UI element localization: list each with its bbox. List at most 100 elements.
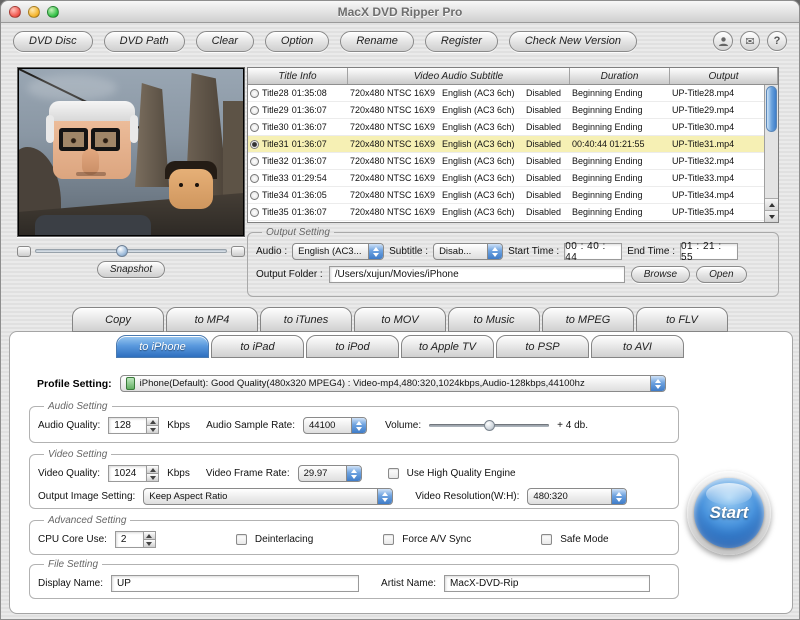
title-name: Title32 (262, 156, 289, 166)
seek-right-button[interactable] (231, 246, 245, 257)
carl-glasses (59, 128, 120, 151)
table-row[interactable]: Title33 01:29:54 720x480 NTSC 16X9 Engli… (248, 170, 764, 187)
app-window: MacX DVD Ripper Pro DVD Disc DVD Path Clea… (0, 0, 800, 620)
scroll-down-button[interactable] (765, 210, 778, 222)
title-output-file: UP-Title29.mp4 (670, 105, 764, 115)
browse-button[interactable]: Browse (631, 266, 690, 283)
mail-icon[interactable]: ✉ (740, 31, 760, 51)
deinterlacing-checkbox[interactable] (236, 534, 247, 545)
header-output: Output (670, 68, 778, 84)
sample-rate-select[interactable]: 44100 (303, 417, 367, 434)
title-radio[interactable] (250, 174, 259, 183)
table-row[interactable]: Title34 01:36:05 720x480 NTSC 16X9 Engli… (248, 187, 764, 204)
toolbar-button-register[interactable]: Register (425, 31, 498, 52)
safe-mode-checkbox[interactable] (541, 534, 552, 545)
tab-to-iphone[interactable]: to iPhone (116, 335, 209, 358)
high-quality-checkbox[interactable] (388, 468, 399, 479)
tab-to-psp[interactable]: to PSP (496, 335, 589, 358)
toolbar-button-clear[interactable]: Clear (196, 31, 254, 52)
profile-select[interactable]: iPhone(Default): Good Quality(480x320 MP… (120, 375, 666, 392)
volume-label: Volume: (385, 420, 421, 431)
tab-to-ipod[interactable]: to iPod (306, 335, 399, 358)
display-name-input[interactable]: UP (111, 575, 359, 592)
scroll-up-button[interactable] (765, 198, 778, 210)
title-audio-format: English (AC3 6ch) (440, 105, 524, 115)
resolution-select[interactable]: 480:320 (527, 488, 627, 505)
subtitle-select[interactable]: Disab... (433, 243, 503, 260)
tab-to-avi[interactable]: to AVI (591, 335, 684, 358)
volume-thumb[interactable] (484, 420, 495, 431)
popup-arrows-icon (368, 244, 383, 259)
seek-left-button[interactable] (17, 246, 31, 257)
title-radio[interactable] (250, 157, 259, 166)
force-av-sync-checkbox[interactable] (383, 534, 394, 545)
title-radio[interactable] (250, 140, 259, 149)
table-row[interactable]: Title35 01:36:07 720x480 NTSC 16X9 Engli… (248, 204, 764, 221)
toolbar-button-rename[interactable]: Rename (340, 31, 414, 52)
title-output-file: UP-Title32.mp4 (670, 156, 764, 166)
subtitle-label: Subtitle : (389, 246, 428, 257)
title-output-file: UP-Title31.mp4 (670, 139, 764, 149)
start-button[interactable]: Start (694, 478, 764, 548)
tab-to-mov[interactable]: to MOV (354, 307, 446, 332)
volume-value-label: + 4 db. (557, 420, 588, 431)
toolbar-button-dvd-disc[interactable]: DVD Disc (13, 31, 93, 52)
title-radio[interactable] (250, 123, 259, 132)
toolbar-button-check-new-version[interactable]: Check New Version (509, 31, 637, 52)
format-tabs-row2: to iPhoneto iPadto iPodto Apple TVto PSP… (1, 335, 799, 358)
table-row[interactable]: Title28 01:35:08 720x480 NTSC 16X9 Engli… (248, 85, 764, 102)
table-row[interactable]: Title32 01:36:07 720x480 NTSC 16X9 Engli… (248, 153, 764, 170)
video-quality-stepper[interactable]: 1024 (108, 465, 159, 482)
tab-to-flv[interactable]: to FLV (636, 307, 728, 332)
tab-to-mp4[interactable]: to MP4 (166, 307, 258, 332)
title-radio[interactable] (250, 208, 259, 217)
title-audio-format: English (AC3 6ch) (440, 88, 524, 98)
end-time-field[interactable]: 01 : 21 : 55 (680, 243, 738, 260)
tab-to-itunes[interactable]: to iTunes (260, 307, 352, 332)
tab-to-apple-tv[interactable]: to Apple TV (401, 335, 494, 358)
title-name: Title30 (262, 122, 289, 132)
table-row[interactable]: Title31 01:36:07 720x480 NTSC 16X9 Engli… (248, 136, 764, 153)
title-bar: MacX DVD Ripper Pro (1, 1, 799, 23)
volume-slider[interactable] (429, 419, 549, 432)
output-folder-input[interactable]: /Users/xujun/Movies/iPhone (329, 266, 625, 283)
resolution-value: 480:320 (533, 491, 567, 502)
audio-select[interactable]: English (AC3... (292, 243, 384, 260)
table-scrollbar[interactable] (764, 85, 778, 222)
snapshot-button[interactable]: Snapshot (97, 261, 165, 278)
title-radio[interactable] (250, 89, 259, 98)
tab-to-ipad[interactable]: to iPad (211, 335, 304, 358)
user-icon[interactable] (713, 31, 733, 51)
help-icon[interactable]: ? (767, 31, 787, 51)
image-setting-label: Output Image Setting: (38, 491, 135, 502)
toolbar-button-dvd-path[interactable]: DVD Path (104, 31, 185, 52)
video-quality-label: Video Quality: (38, 468, 100, 479)
start-time-field[interactable]: 00 : 40 : 44 (564, 243, 622, 260)
tab-to-music[interactable]: to Music (448, 307, 540, 332)
seek-thumb[interactable] (116, 245, 128, 257)
character-carl-body (35, 215, 151, 235)
end-time-label: End Time : (627, 246, 675, 257)
toolbar-button-option[interactable]: Option (265, 31, 329, 52)
title-subtitle-status: Disabled (524, 122, 570, 132)
cpu-core-stepper[interactable]: 2 (115, 531, 156, 548)
popup-arrows-icon (611, 489, 626, 504)
start-time-label: Start Time : (508, 246, 559, 257)
table-row[interactable]: Title29 01:36:07 720x480 NTSC 16X9 Engli… (248, 102, 764, 119)
subtitle-select-value: Disab... (439, 246, 471, 257)
title-subtitle-status: Disabled (524, 173, 570, 183)
seek-slider[interactable] (35, 245, 227, 257)
image-setting-select[interactable]: Keep Aspect Ratio (143, 488, 393, 505)
advanced-setting-group: Advanced Setting CPU Core Use: 2 Deinter… (29, 515, 679, 555)
title-radio[interactable] (250, 191, 259, 200)
scrollbar-thumb[interactable] (766, 86, 777, 132)
title-radio[interactable] (250, 106, 259, 115)
audio-quality-stepper[interactable]: 128 (108, 417, 159, 434)
open-button[interactable]: Open (696, 266, 746, 283)
table-row[interactable]: Title30 01:36:07 720x480 NTSC 16X9 Engli… (248, 119, 764, 136)
tab-to-mpeg[interactable]: to MPEG (542, 307, 634, 332)
tab-copy[interactable]: Copy (72, 307, 164, 332)
preview-frame (17, 67, 245, 237)
artist-name-input[interactable]: MacX-DVD-Rip (444, 575, 650, 592)
frame-rate-select[interactable]: 29.97 (298, 465, 362, 482)
